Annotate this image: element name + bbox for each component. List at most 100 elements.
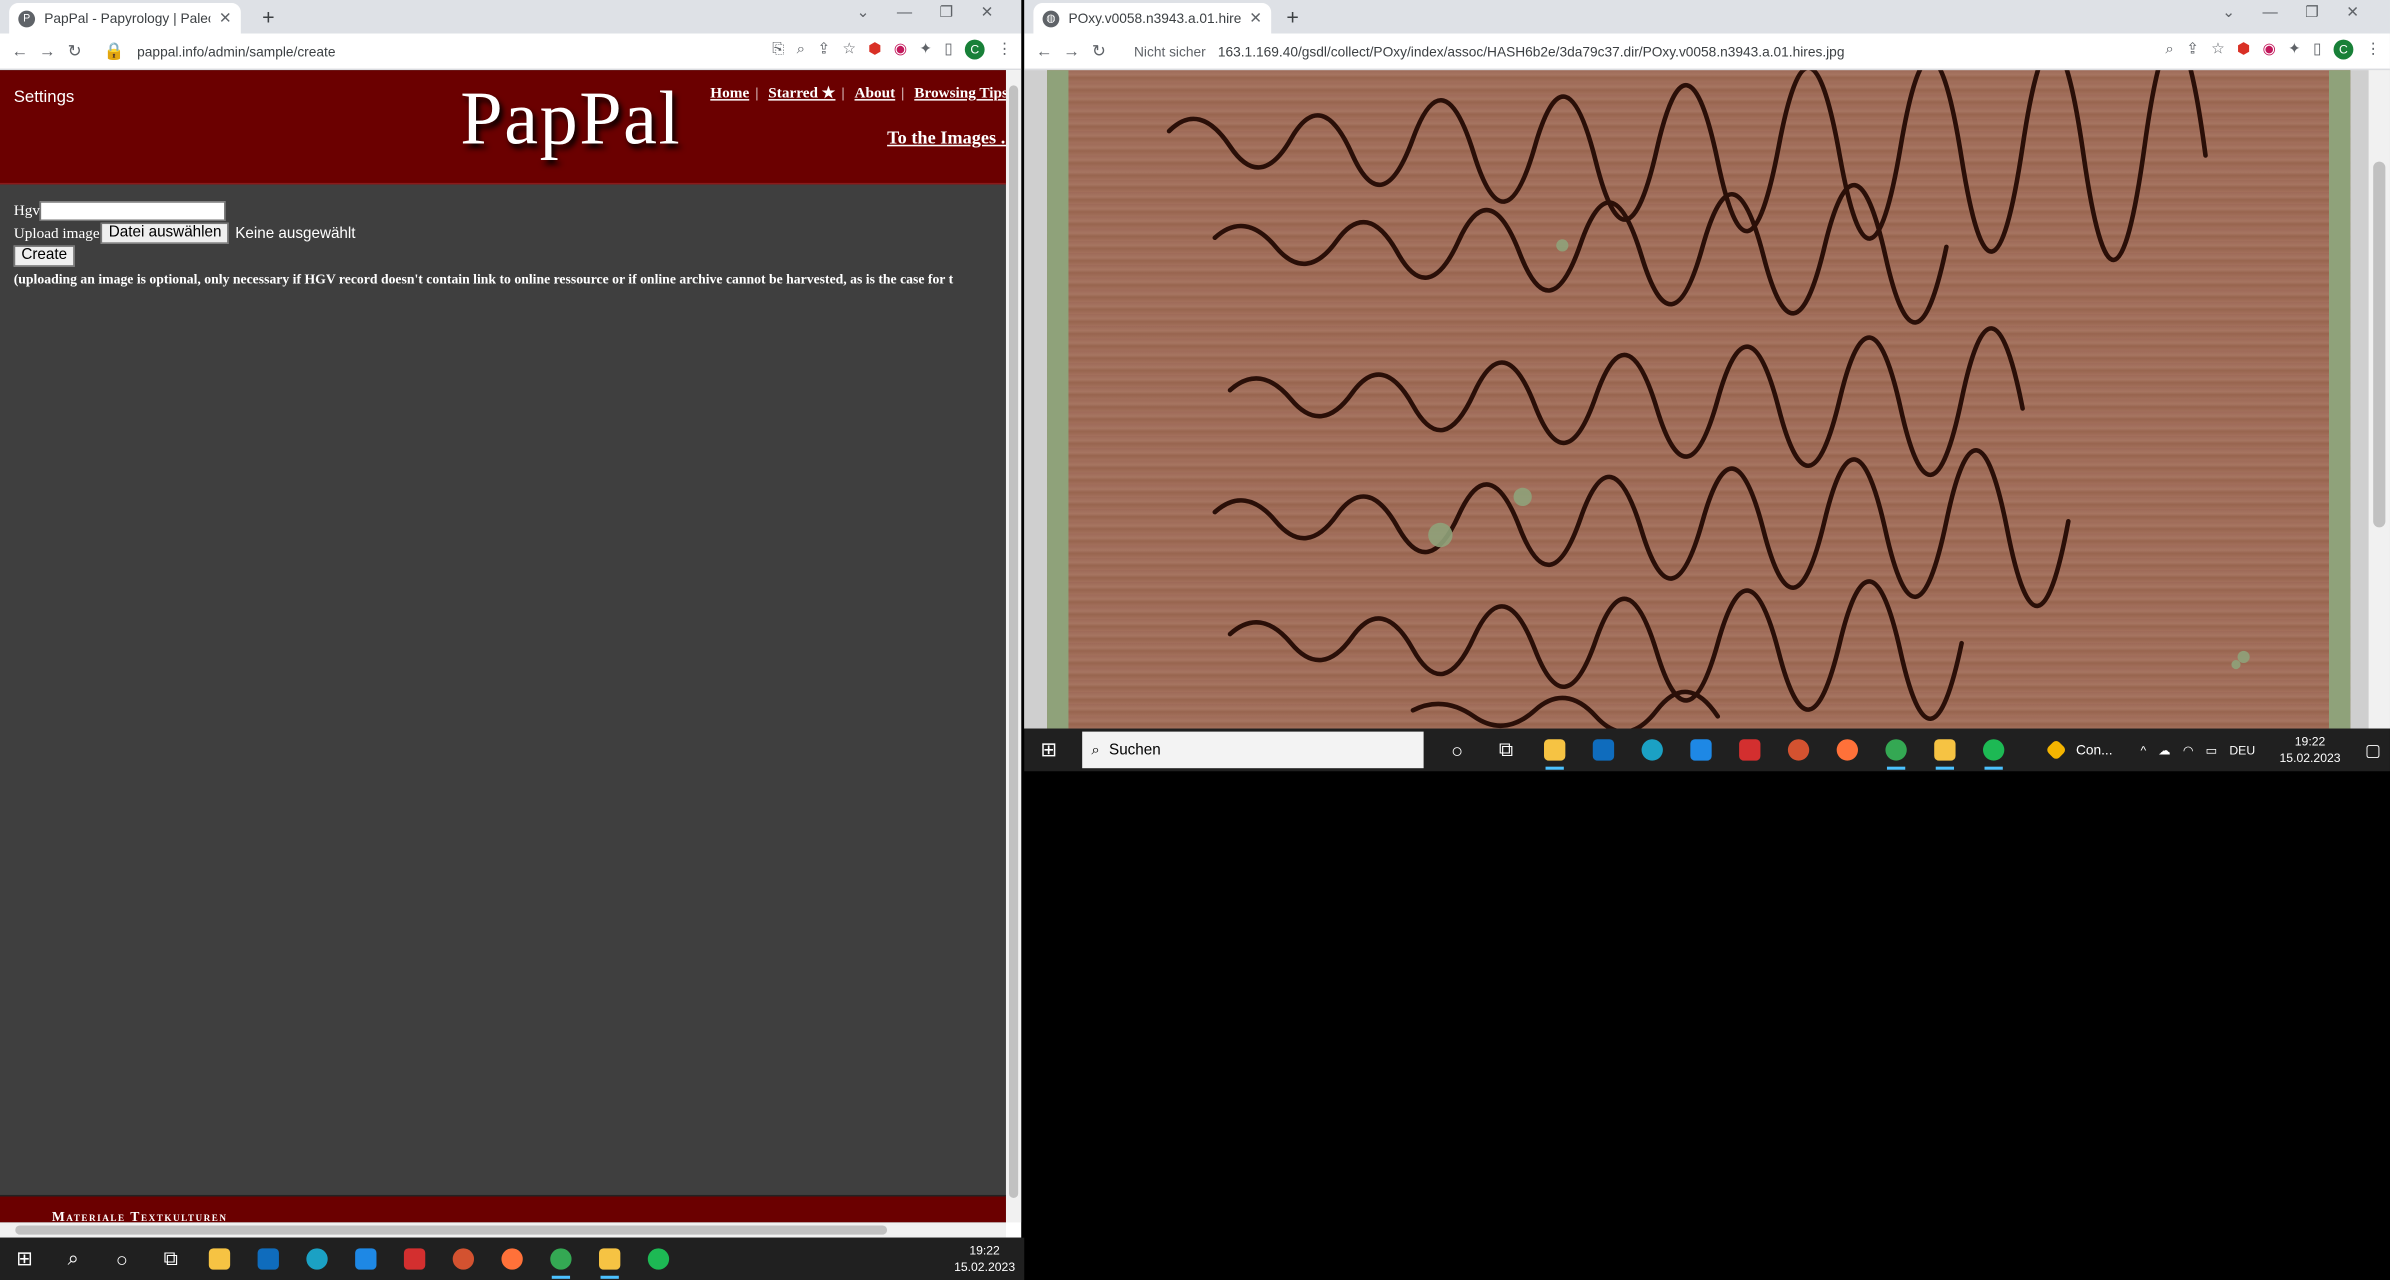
zoom-icon[interactable]: ⌕ — [2165, 41, 2174, 58]
left-vertical-scrollbar[interactable] — [1005, 70, 1022, 1223]
tray-cloud-icon[interactable]: ☁ — [2158, 743, 2170, 757]
nav-starred[interactable]: Starred ★ — [768, 85, 835, 102]
firefox-icon[interactable] — [488, 1238, 537, 1280]
left-taskbar: ⊞ ⌕ ○ ⧉ 19:22 15.02.2023 — [0, 1237, 1025, 1280]
search-icon[interactable]: ⌕ — [49, 1238, 98, 1280]
powerpoint-icon[interactable] — [439, 1238, 488, 1280]
minimize-icon[interactable]: — — [897, 5, 912, 22]
tray-chevron-icon[interactable]: ^ — [2141, 743, 2147, 757]
edge-icon[interactable] — [1628, 729, 1677, 772]
spotify-icon[interactable] — [1969, 729, 2018, 772]
create-button[interactable]: Create — [13, 245, 75, 267]
new-tab-button[interactable]: + — [262, 5, 274, 29]
menu-dots-icon[interactable]: ⋮ — [2366, 41, 2381, 58]
bookmark-star-icon[interactable]: ☆ — [2211, 41, 2225, 58]
tray-battery-icon[interactable]: ▭ — [2206, 743, 2218, 757]
reload-icon[interactable]: ↻ — [1085, 41, 1112, 61]
app-warning-icon[interactable]: Con... — [2045, 729, 2113, 772]
tray-wifi-icon[interactable]: ◠ — [2183, 743, 2194, 757]
task-view-icon[interactable]: ⧉ — [1482, 729, 1531, 772]
file-explorer-icon[interactable] — [1530, 729, 1579, 772]
tab-search-icon[interactable]: ⌄ — [2222, 5, 2235, 22]
left-browser-window: P PapPal - Papyrology | Paleography ✕ + … — [0, 0, 1022, 1238]
tab-search-icon[interactable]: ⌄ — [857, 5, 870, 22]
editor-icon[interactable] — [1920, 729, 1969, 772]
cortana-icon[interactable]: ○ — [98, 1238, 147, 1280]
translate-icon[interactable]: ⎘ — [772, 41, 784, 58]
start-icon[interactable]: ⊞ — [0, 1238, 49, 1280]
right-url[interactable]: 163.1.169.40/gsdl/collect/POxy/index/ass… — [1218, 43, 1845, 58]
right-clock[interactable]: 19:22 15.02.2023 — [2280, 733, 2341, 767]
mail-icon[interactable] — [341, 1238, 390, 1280]
lock-icon[interactable]: 🔒 — [101, 41, 128, 61]
sidepanel-icon[interactable]: ▯ — [2313, 41, 2321, 58]
acrobat-icon[interactable] — [390, 1238, 439, 1280]
powerpoint-icon[interactable] — [1774, 729, 1823, 772]
left-active-tab[interactable]: P PapPal - Papyrology | Paleography ✕ — [9, 3, 241, 34]
nav-browsing-tips[interactable]: Browsing Tips — [914, 85, 1006, 102]
back-icon[interactable]: ← — [1030, 42, 1057, 60]
edge-icon[interactable] — [293, 1238, 342, 1280]
hgv-input[interactable] — [39, 200, 226, 221]
restore-icon[interactable]: ❐ — [2305, 5, 2319, 22]
nav-home[interactable]: Home — [710, 85, 749, 102]
back-icon[interactable]: ← — [6, 42, 33, 60]
editor-icon[interactable] — [585, 1238, 634, 1280]
right-tab-title: POxy.v0058.n3943.a.01.hires.jpg — [1068, 10, 1240, 26]
globe-icon: ◍ — [1042, 9, 1060, 27]
left-clock[interactable]: 19:22 15.02.2023 — [954, 1242, 1015, 1276]
sidepanel-icon[interactable]: ▯ — [944, 41, 952, 58]
pappal-logo[interactable]: PapPal — [460, 73, 681, 161]
restore-icon[interactable]: ❐ — [940, 5, 954, 22]
right-url-wrap[interactable]: Nicht sicher 163.1.169.40/gsdl/collect/PO… — [1134, 43, 1844, 58]
share-icon[interactable]: ⇪ — [2186, 41, 2199, 58]
firefox-icon[interactable] — [1823, 729, 1872, 772]
language-indicator[interactable]: DEU — [2229, 743, 2255, 757]
left-url[interactable]: pappal.info/admin/sample/create — [137, 43, 335, 58]
chrome-icon[interactable] — [1872, 729, 1921, 772]
extensions-puzzle-icon[interactable]: ✦ — [2288, 41, 2301, 58]
reload-icon[interactable]: ↻ — [61, 41, 88, 61]
left-horizontal-scrollbar[interactable] — [0, 1222, 1006, 1238]
right-active-tab[interactable]: ◍ POxy.v0058.n3943.a.01.hires.jpg ✕ — [1033, 3, 1272, 34]
acrobat-icon[interactable] — [1725, 729, 1774, 772]
file-explorer-icon[interactable] — [195, 1238, 244, 1280]
mail-icon[interactable] — [1677, 729, 1726, 772]
bookmark-star-icon[interactable]: ☆ — [842, 41, 856, 58]
close-window-icon[interactable]: ✕ — [2346, 5, 2359, 22]
spotify-icon[interactable] — [634, 1238, 683, 1280]
menu-dots-icon[interactable]: ⋮ — [997, 41, 1012, 58]
choose-file-button[interactable]: Datei auswählen — [101, 222, 230, 244]
new-tab-button[interactable]: + — [1286, 5, 1298, 29]
profile-avatar[interactable]: C — [964, 39, 985, 60]
cortana-icon[interactable]: ○ — [1433, 729, 1482, 772]
start-icon[interactable]: ⊞ — [1024, 729, 1073, 772]
right-clock-date: 15.02.2023 — [2279, 751, 2341, 766]
forward-icon[interactable]: → — [1058, 42, 1085, 60]
forward-icon[interactable]: → — [34, 42, 61, 60]
extension-ublock-icon[interactable]: ◉ — [2262, 41, 2275, 58]
minimize-icon[interactable]: — — [2263, 5, 2278, 22]
close-window-icon[interactable]: ✕ — [981, 5, 994, 22]
extensions-puzzle-icon[interactable]: ✦ — [919, 41, 932, 58]
extension-ublock-icon[interactable]: ◉ — [894, 41, 907, 58]
notification-icon[interactable]: ▢ — [2365, 740, 2381, 760]
share-icon[interactable]: ⇪ — [817, 41, 830, 58]
store-icon[interactable] — [244, 1238, 293, 1280]
close-tab-icon[interactable]: ✕ — [1249, 10, 1262, 27]
not-secure-label[interactable]: Nicht sicher — [1134, 43, 1206, 58]
extension-shield-icon[interactable]: ⬢ — [2237, 41, 2250, 58]
task-view-icon[interactable]: ⧉ — [146, 1238, 195, 1280]
right-vertical-scrollbar[interactable] — [2368, 70, 2390, 729]
extension-shield-icon[interactable]: ⬢ — [868, 41, 881, 58]
settings-link[interactable]: Settings — [14, 88, 75, 106]
to-the-images-link[interactable]: To the Images ... — [887, 127, 1006, 150]
close-tab-icon[interactable]: ✕ — [219, 10, 232, 27]
papyrus-image[interactable] — [1047, 70, 2351, 729]
nav-about[interactable]: About — [855, 85, 896, 102]
chrome-icon[interactable] — [537, 1238, 586, 1280]
store-icon[interactable] — [1579, 729, 1628, 772]
profile-avatar[interactable]: C — [2333, 39, 2354, 60]
taskbar-search-box[interactable]: ⌕ Suchen — [1082, 731, 1424, 769]
zoom-icon[interactable]: ⌕ — [797, 41, 806, 58]
